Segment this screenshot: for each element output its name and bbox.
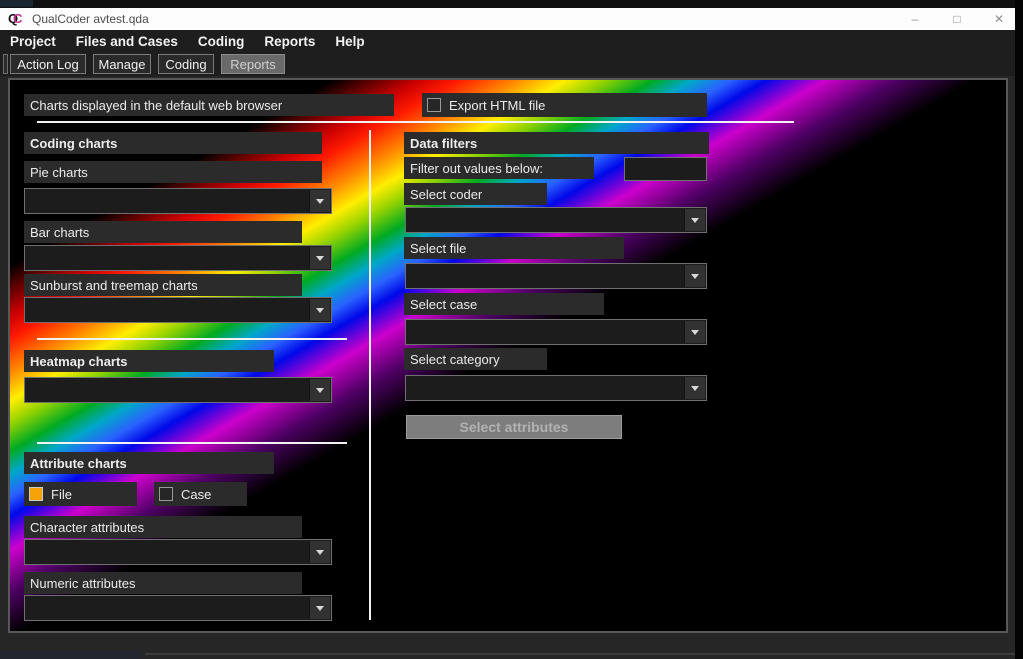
filter-below-label: Filter out values below:	[404, 157, 594, 179]
close-icon[interactable]: ✕	[991, 12, 1007, 26]
character-attributes-combobox[interactable]	[24, 539, 332, 565]
tab-action-log[interactable]: Action Log	[10, 54, 86, 74]
checkbox-box-icon[interactable]	[29, 487, 43, 501]
sunburst-treemap-label: Sunburst and treemap charts	[24, 274, 302, 296]
chevron-down-icon[interactable]	[309, 247, 330, 269]
menu-help[interactable]: Help	[335, 34, 364, 49]
export-html-label: Export HTML file	[449, 98, 545, 113]
select-category-label: Select category	[404, 348, 547, 370]
menubar: Project Files and Cases Coding Reports H…	[0, 30, 1015, 53]
case-checkbox[interactable]: Case	[154, 482, 247, 506]
pie-charts-label: Pie charts	[24, 161, 322, 183]
chevron-down-icon[interactable]	[684, 377, 705, 399]
qualcoder-window: Q C QualCoder avtest.qda – □ ✕ Project F…	[0, 0, 1023, 659]
top-divider	[37, 121, 794, 123]
menu-reports[interactable]: Reports	[264, 34, 315, 49]
heatmap-charts-title: Heatmap charts	[24, 350, 274, 372]
background-window-edge	[0, 0, 1015, 8]
bar-charts-label: Bar charts	[24, 221, 302, 243]
tab-coding[interactable]: Coding	[158, 54, 214, 74]
coding-charts-title: Coding charts	[24, 132, 322, 154]
desktop-edge	[1015, 0, 1023, 659]
qualcoder-logo-icon: Q C	[8, 12, 22, 26]
titlebar: Q C QualCoder avtest.qda – □ ✕	[0, 8, 1015, 30]
menu-project[interactable]: Project	[10, 34, 56, 49]
charts-report-panel: Charts displayed in the default web brow…	[8, 78, 1008, 633]
numeric-attributes-combobox[interactable]	[24, 595, 332, 621]
browser-info-label: Charts displayed in the default web brow…	[24, 94, 394, 116]
numeric-attributes-label: Numeric attributes	[24, 572, 302, 594]
data-filters-title: Data filters	[404, 132, 709, 154]
reports-tab-page: Charts displayed in the default web brow…	[0, 76, 1015, 659]
bar-charts-combobox[interactable]	[24, 245, 332, 271]
tab-manage[interactable]: Manage	[93, 54, 151, 74]
checkbox-box-icon[interactable]	[427, 98, 441, 112]
select-attributes-button[interactable]: Select attributes	[406, 415, 622, 439]
menu-files-and-cases[interactable]: Files and Cases	[76, 34, 178, 49]
chevron-down-icon[interactable]	[684, 265, 705, 287]
logo-c: C	[13, 12, 22, 25]
sunburst-treemap-combobox[interactable]	[24, 297, 332, 323]
select-case-label: Select case	[404, 293, 604, 315]
heatmap-divider-bottom	[37, 442, 347, 444]
select-coder-combobox[interactable]	[405, 207, 707, 233]
tab-reports[interactable]: Reports	[221, 54, 285, 74]
chevron-down-icon[interactable]	[309, 299, 330, 321]
pie-charts-combobox[interactable]	[24, 188, 332, 214]
chevron-down-icon[interactable]	[309, 597, 330, 619]
menu-coding[interactable]: Coding	[198, 34, 245, 49]
window-title: QualCoder avtest.qda	[32, 12, 149, 26]
checkbox-box-icon[interactable]	[159, 487, 173, 501]
chevron-down-icon[interactable]	[684, 209, 705, 231]
select-category-combobox[interactable]	[405, 375, 707, 401]
maximize-icon[interactable]: □	[949, 12, 965, 26]
chevron-down-icon[interactable]	[309, 190, 330, 212]
window-controls: – □ ✕	[907, 8, 1007, 30]
chevron-down-icon[interactable]	[309, 541, 330, 563]
filter-value-input[interactable]	[624, 157, 707, 181]
select-case-combobox[interactable]	[405, 319, 707, 345]
select-file-combobox[interactable]	[405, 263, 707, 289]
column-divider	[369, 130, 371, 620]
background-window-fragment	[0, 0, 33, 7]
chevron-down-icon[interactable]	[309, 379, 330, 401]
file-checkbox-label: File	[51, 487, 72, 502]
select-coder-label: Select coder	[404, 183, 547, 205]
attribute-charts-title: Attribute charts	[24, 452, 274, 474]
chevron-down-icon[interactable]	[684, 321, 705, 343]
case-checkbox-label: Case	[181, 487, 211, 502]
tabbar: Action Log Manage Coding Reports	[0, 53, 1015, 76]
taskbar-edge-fragment	[0, 651, 142, 659]
heatmap-divider-top	[37, 338, 347, 340]
window-bottom-edge	[145, 653, 1015, 655]
tabbar-left-sliver	[3, 54, 8, 74]
file-checkbox[interactable]: File	[24, 482, 137, 506]
export-html-checkbox[interactable]: Export HTML file	[422, 93, 707, 117]
select-file-label: Select file	[404, 237, 624, 259]
heatmap-charts-combobox[interactable]	[24, 377, 332, 403]
minimize-icon[interactable]: –	[907, 12, 923, 26]
character-attributes-label: Character attributes	[24, 516, 302, 538]
